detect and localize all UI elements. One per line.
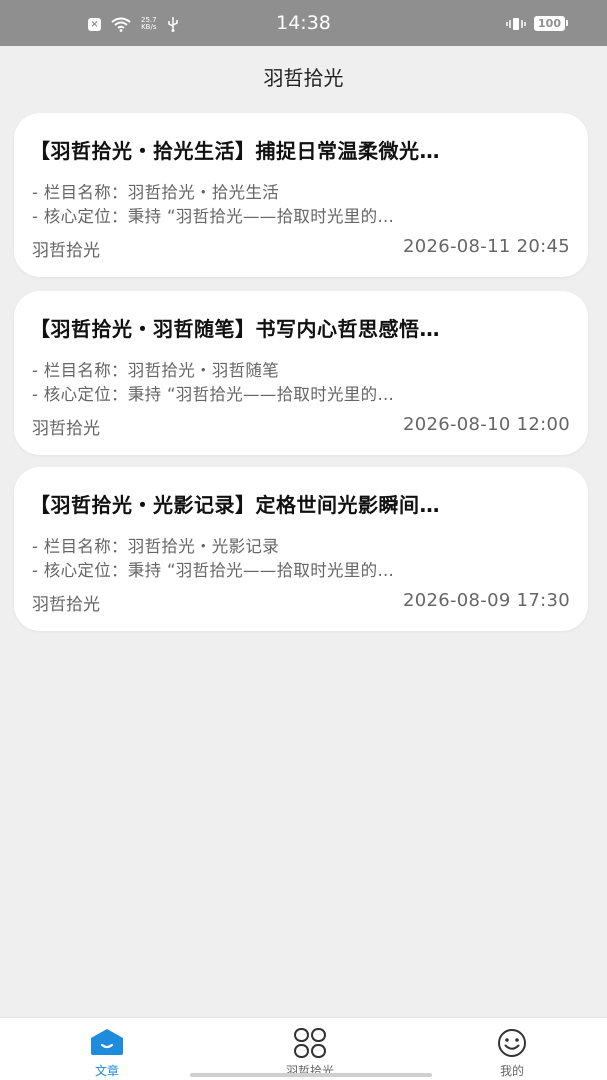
status-bar: × 25.7 KB/s 14:38 100	[0, 0, 607, 46]
article-summary-line: - 栏目名称：羽哲拾光・羽哲随笔	[32, 361, 279, 380]
article-card[interactable]: 【羽哲拾光・光影记录】定格世间光影瞬间… - 栏目名称：羽哲拾光・光影记录 - …	[14, 467, 588, 631]
article-summary-line: - 核心定位：秉持 “羽哲拾光——拾取时光里的…	[32, 385, 395, 404]
tab-label: 文章	[94, 1064, 119, 1078]
article-date: 2026-08-09 17:30	[402, 590, 570, 611]
article-summary-line: - 栏目名称：羽哲拾光・拾光生活	[32, 183, 279, 202]
tab-yuzhe[interactable]: 羽哲拾光	[230, 1018, 390, 1080]
tab-articles[interactable]: 文章	[27, 1018, 187, 1080]
article-author: 羽哲拾光	[32, 595, 100, 615]
smiley-icon	[498, 1029, 526, 1057]
bottom-tab-bar: 文章 羽哲拾光 我的	[0, 1017, 607, 1080]
status-right: 100	[506, 16, 568, 31]
home-indicator[interactable]	[190, 1073, 432, 1077]
article-card[interactable]: 【羽哲拾光・羽哲随笔】书写内心哲思感悟… - 栏目名称：羽哲拾光・羽哲随笔 - …	[14, 291, 588, 455]
article-author: 羽哲拾光	[32, 419, 100, 439]
vibrate-icon	[506, 17, 526, 30]
home-icon	[91, 1029, 123, 1055]
tab-label: 我的	[499, 1064, 524, 1078]
article-summary-line: - 栏目名称：羽哲拾光・光影记录	[32, 537, 279, 556]
article-summary-line: - 核心定位：秉持 “羽哲拾光——拾取时光里的…	[32, 207, 395, 226]
tab-profile[interactable]: 我的	[432, 1018, 592, 1080]
article-author: 羽哲拾光	[32, 241, 100, 261]
battery-indicator: 100	[534, 16, 568, 31]
article-date: 2026-08-10 12:00	[402, 414, 570, 435]
article-title: 【羽哲拾光・光影记录】定格世间光影瞬间…	[30, 493, 440, 517]
article-title: 【羽哲拾光・拾光生活】捕捉日常温柔微光…	[30, 139, 440, 163]
article-card[interactable]: 【羽哲拾光・拾光生活】捕捉日常温柔微光… - 栏目名称：羽哲拾光・拾光生活 - …	[14, 113, 588, 277]
article-date: 2026-08-11 20:45	[402, 236, 570, 257]
grid-clover-icon	[294, 1028, 326, 1058]
article-title: 【羽哲拾光・羽哲随笔】书写内心哲思感悟…	[30, 317, 440, 341]
article-summary-line: - 核心定位：秉持 “羽哲拾光——拾取时光里的…	[32, 561, 395, 580]
page-title: 羽哲拾光	[263, 66, 344, 90]
